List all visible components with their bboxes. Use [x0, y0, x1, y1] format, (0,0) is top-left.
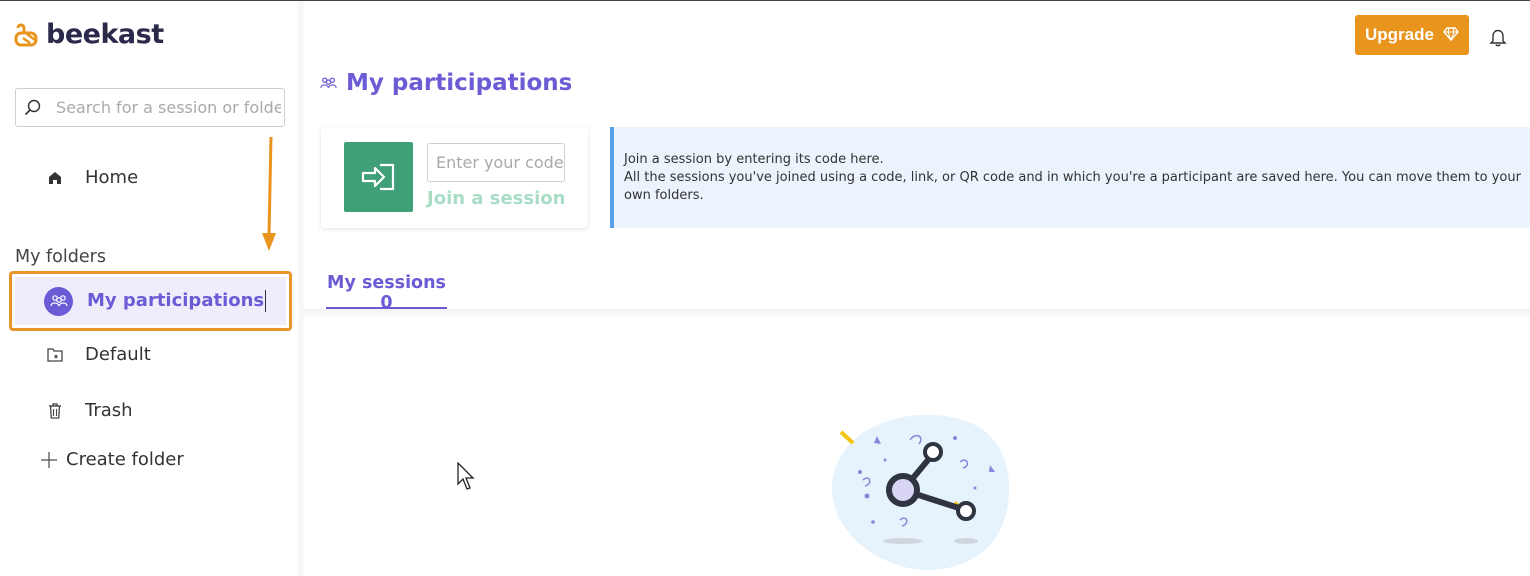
create-folder-label: Create folder: [66, 449, 184, 470]
highlight-box: My participations: [9, 271, 292, 331]
sidebar-item-label: Home: [85, 167, 139, 188]
join-session-button[interactable]: Join a session: [427, 188, 565, 209]
sidebar-divider: [296, 0, 306, 576]
participants-icon: [320, 77, 337, 88]
text-caret: [265, 290, 267, 312]
info-line-2: All the sessions you've joined using a c…: [624, 170, 1521, 203]
sidebar-item-trash[interactable]: Trash: [46, 400, 133, 421]
info-line-1: Join a session by entering its code here…: [624, 152, 884, 167]
sign-in-icon: [361, 163, 394, 191]
annotation-arrow-icon: [262, 137, 276, 251]
brand-logo[interactable]: beekast: [14, 19, 164, 50]
info-banner: Join a session by entering its code here…: [610, 127, 1530, 228]
sidebar-item-default[interactable]: Default: [46, 344, 151, 365]
search-icon: [24, 99, 41, 115]
brand-name: beekast: [46, 19, 164, 50]
join-session-card: Join a session: [321, 127, 588, 228]
plus-icon: [41, 451, 57, 468]
upgrade-button[interactable]: Upgrade: [1355, 15, 1469, 55]
participants-icon: [44, 286, 73, 316]
page-title: My participations: [320, 70, 572, 96]
mouse-cursor-icon: [457, 462, 475, 490]
home-icon: [49, 171, 61, 184]
diamond-icon: [1443, 27, 1459, 42]
beekast-logo-icon: [14, 23, 38, 46]
tab-my-sessions[interactable]: My sessions 0: [326, 272, 447, 313]
sidebar-item-label: My participations: [87, 290, 267, 312]
join-button[interactable]: [344, 142, 413, 212]
create-folder-button[interactable]: Create folder: [40, 449, 184, 470]
folders-heading: My folders: [15, 247, 106, 267]
folder-star-icon: [47, 347, 63, 362]
search-box[interactable]: [15, 88, 285, 127]
sidebar-item-label: Trash: [85, 400, 133, 421]
upgrade-label: Upgrade: [1365, 25, 1434, 44]
session-code-input[interactable]: [427, 143, 565, 182]
tab-divider: [303, 309, 1530, 319]
empty-state-illustration: [831, 414, 1010, 570]
sidebar: beekast Home My folders My participatio: [0, 1, 302, 576]
sidebar-item-label: Default: [85, 344, 151, 365]
trash-icon: [49, 402, 61, 419]
notification-bell-icon[interactable]: [1488, 27, 1508, 47]
sidebar-item-my-participations[interactable]: My participations: [15, 277, 286, 325]
search-input[interactable]: [56, 98, 281, 117]
page-title-text: My participations: [346, 70, 573, 96]
sidebar-item-home[interactable]: Home: [46, 167, 138, 188]
